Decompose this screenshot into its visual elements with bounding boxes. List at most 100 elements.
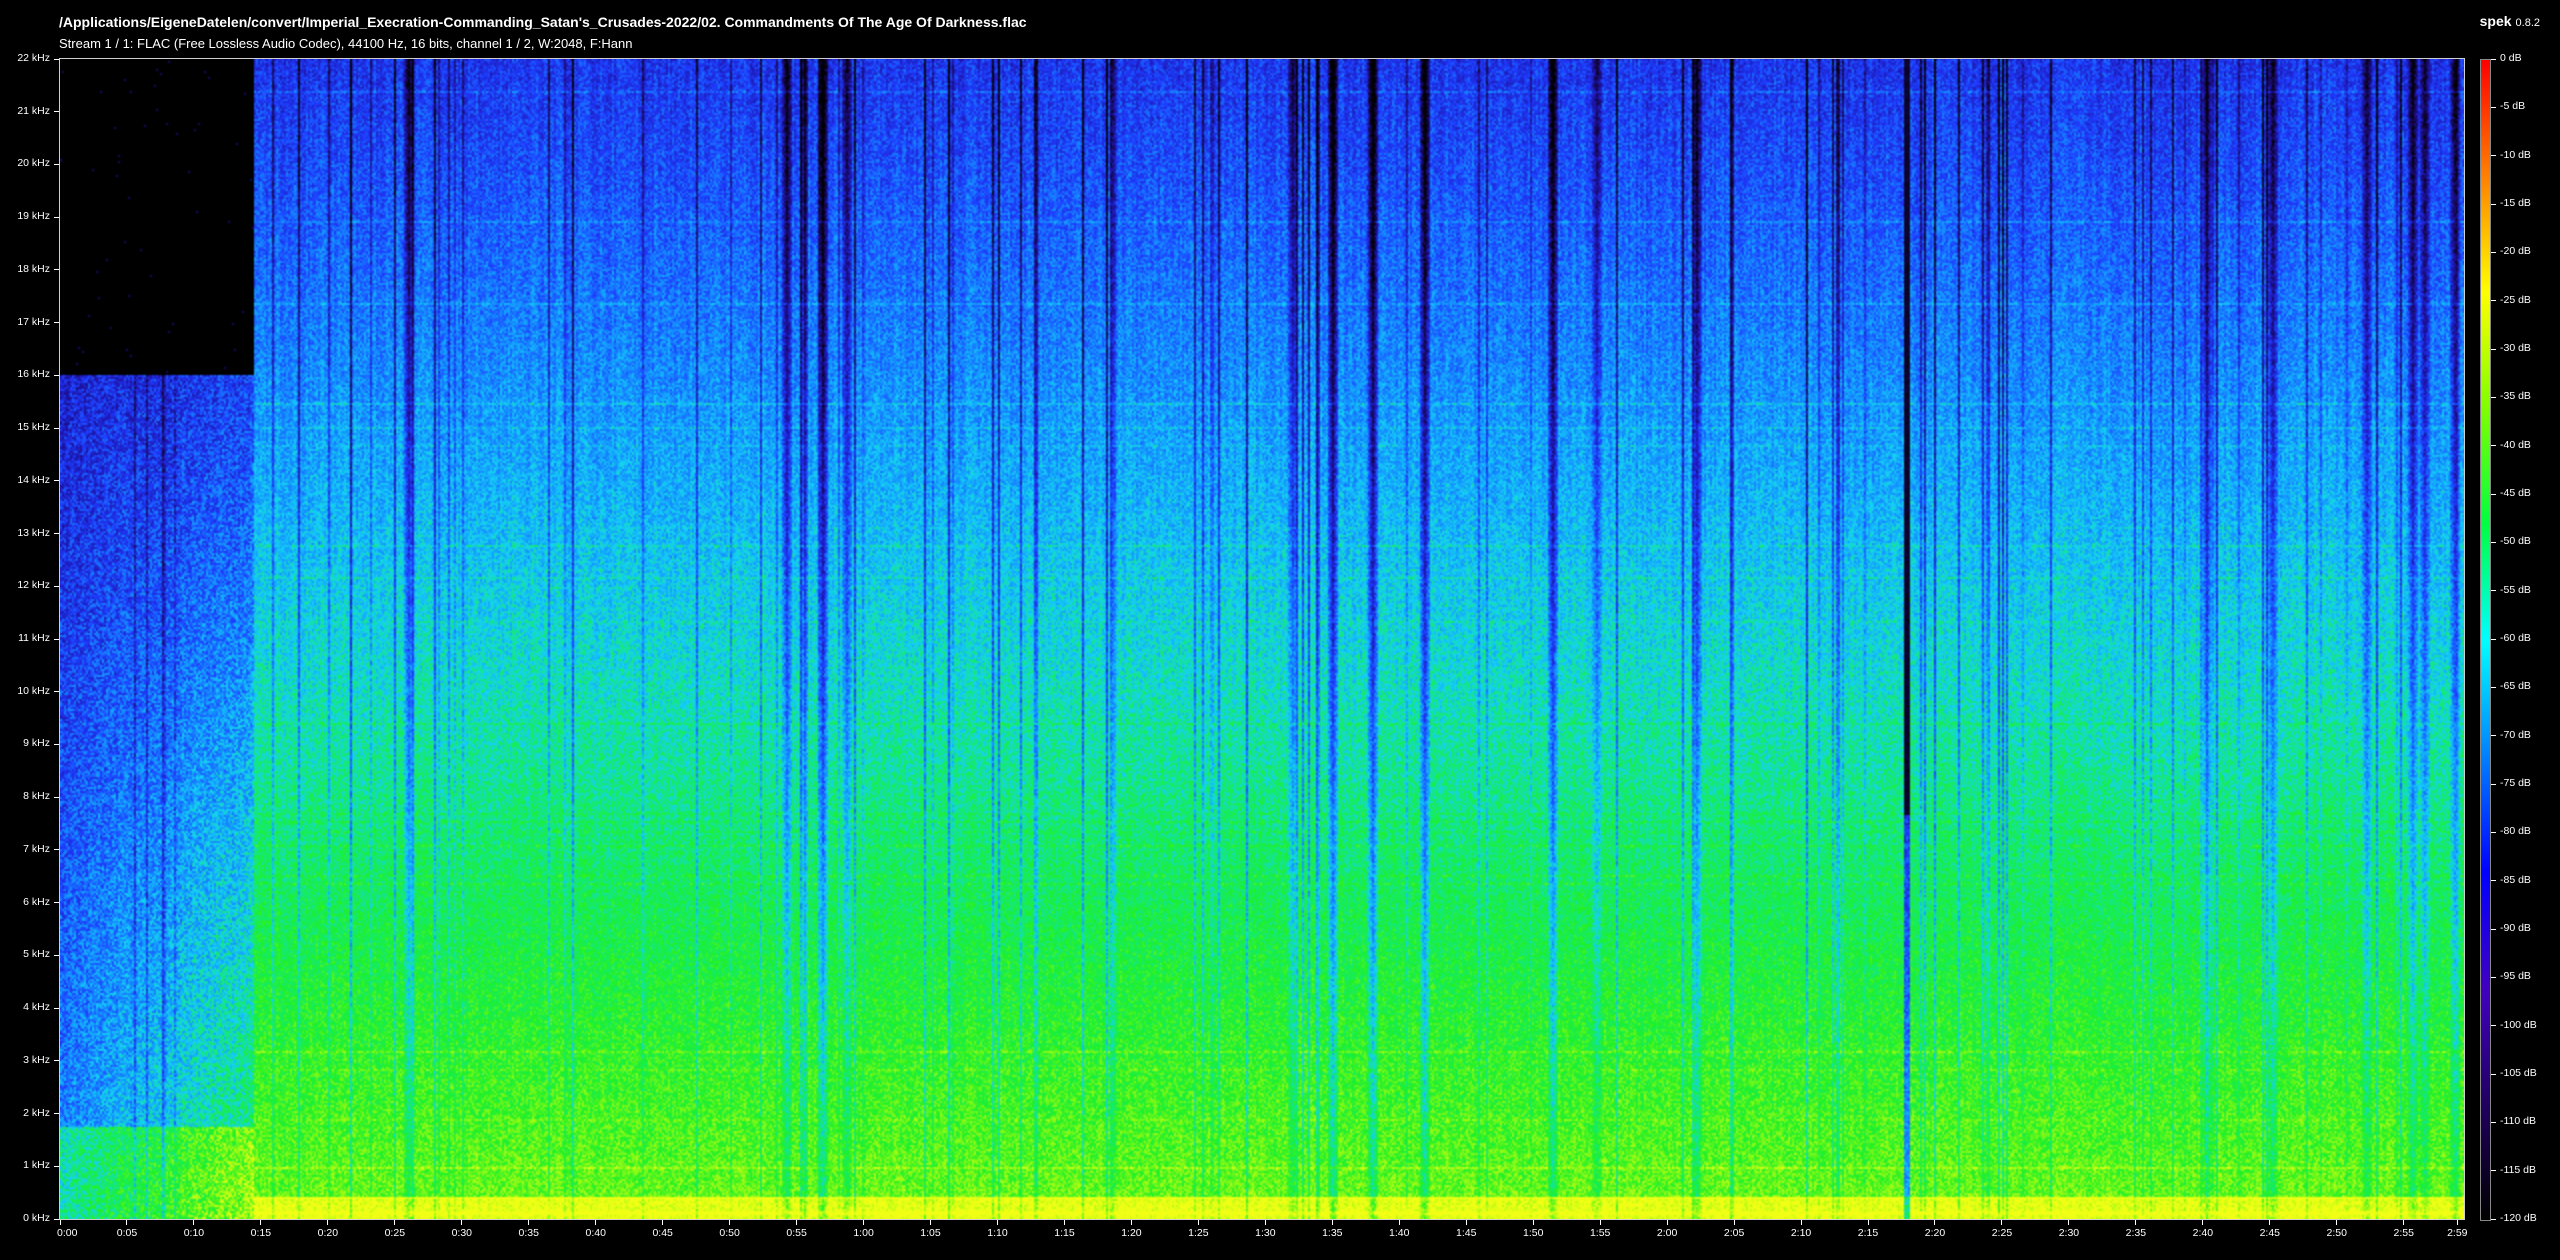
time-tick-label: 2:35 xyxy=(2125,1227,2147,1239)
time-tick-label: 1:20 xyxy=(1121,1227,1142,1239)
freq-tick-label: 18 kHz xyxy=(17,262,50,275)
freq-tick xyxy=(54,954,59,956)
freq-tick xyxy=(54,427,59,429)
db-tick-label: -10 dB xyxy=(2500,148,2531,161)
freq-tick-label: 6 kHz xyxy=(23,895,50,908)
freq-tick-label: 21 kHz xyxy=(17,104,50,117)
db-tick-label: -30 dB xyxy=(2500,342,2531,354)
time-tick xyxy=(796,1220,798,1225)
db-tick xyxy=(2491,58,2496,60)
time-tick-label: 1:10 xyxy=(987,1227,1008,1239)
time-tick xyxy=(327,1220,329,1225)
time-tick xyxy=(1733,1220,1735,1225)
db-tick xyxy=(2491,541,2496,543)
freq-tick-label: 15 kHz xyxy=(17,421,50,434)
app-brand: spek 0.8.2 xyxy=(2480,13,2540,31)
db-tick-label: -95 dB xyxy=(2500,970,2531,983)
freq-tick-label: 20 kHz xyxy=(17,157,50,170)
db-tick-label: -115 dB xyxy=(2500,1163,2536,1176)
db-tick xyxy=(2491,735,2496,737)
freq-tick xyxy=(54,111,59,113)
time-tick xyxy=(1800,1220,1802,1225)
time-tick-label: 2:40 xyxy=(2192,1227,2214,1239)
time-tick xyxy=(193,1220,195,1225)
time-tick-label: 1:25 xyxy=(1188,1227,1209,1239)
time-tick-label: 2:50 xyxy=(2326,1227,2347,1239)
db-tick-label: -35 dB xyxy=(2500,390,2531,403)
freq-tick-label: 11 kHz xyxy=(18,632,50,644)
freq-tick xyxy=(54,585,59,587)
time-tick xyxy=(2202,1220,2204,1225)
db-tick-label: 0 dB xyxy=(2500,52,2522,64)
freq-tick xyxy=(54,216,59,218)
db-colorbar xyxy=(2480,59,2491,1221)
time-tick xyxy=(2456,1220,2458,1225)
freq-tick xyxy=(54,1113,59,1115)
time-tick xyxy=(1532,1220,1534,1225)
time-tick xyxy=(2403,1220,2405,1225)
time-tick-label: 2:55 xyxy=(2393,1227,2414,1239)
time-tick xyxy=(996,1220,998,1225)
time-tick xyxy=(260,1220,262,1225)
freq-tick-label: 10 kHz xyxy=(17,684,50,697)
time-tick xyxy=(595,1220,597,1225)
time-tick-label: 1:45 xyxy=(1456,1227,1477,1239)
db-tick-label: -50 dB xyxy=(2500,535,2531,548)
time-tick xyxy=(2269,1220,2271,1225)
freq-tick-label: 3 kHz xyxy=(23,1053,50,1066)
time-tick xyxy=(2001,1220,2003,1225)
db-tick-label: -15 dB xyxy=(2500,197,2531,209)
freq-tick xyxy=(54,691,59,693)
time-tick-label: 1:40 xyxy=(1389,1227,1410,1239)
db-tick xyxy=(2491,880,2496,882)
time-tick-label: 0:00 xyxy=(57,1227,78,1239)
db-tick-label: -25 dB xyxy=(2500,293,2531,306)
time-tick-label: 1:35 xyxy=(1322,1227,1343,1239)
time-tick-label: 2:15 xyxy=(1857,1227,1879,1239)
time-tick-label: 2:59 xyxy=(2447,1227,2468,1239)
freq-tick-label: 12 kHz xyxy=(17,579,50,592)
db-tick xyxy=(2491,976,2496,978)
time-tick-label: 2:30 xyxy=(2058,1227,2080,1239)
db-tick-label: -110 dB xyxy=(2500,1115,2536,1128)
time-tick xyxy=(1465,1220,1467,1225)
db-tick xyxy=(2491,1025,2496,1027)
time-tick xyxy=(1867,1220,1869,1225)
time-tick-label: 1:30 xyxy=(1255,1227,1276,1239)
time-tick xyxy=(1331,1220,1333,1225)
time-tick-label: 1:15 xyxy=(1054,1227,1075,1239)
time-tick xyxy=(1599,1220,1601,1225)
spectrogram-canvas[interactable] xyxy=(60,59,2464,1219)
time-tick-label: 1:00 xyxy=(853,1227,874,1239)
freq-tick-label: 22 kHz xyxy=(17,52,50,64)
time-tick-label: 2:20 xyxy=(1924,1227,1946,1239)
time-tick xyxy=(2135,1220,2137,1225)
app-name: spek xyxy=(2479,13,2512,29)
time-tick-label: 2:00 xyxy=(1656,1227,1678,1239)
time-tick xyxy=(1063,1220,1065,1225)
time-tick-label: 2:45 xyxy=(2259,1227,2281,1239)
file-path-title: /Applications/EigeneDatelen/convert/Impe… xyxy=(59,14,1027,30)
db-tick-label: -120 dB xyxy=(2500,1212,2537,1224)
db-tick xyxy=(2491,831,2496,833)
freq-tick-label: 8 kHz xyxy=(23,790,50,803)
db-tick-label: -80 dB xyxy=(2500,825,2531,838)
freq-tick xyxy=(54,1165,59,1167)
time-tick-label: 0:25 xyxy=(384,1227,406,1239)
time-tick xyxy=(662,1220,664,1225)
freq-tick-label: 5 kHz xyxy=(23,948,50,961)
db-tick-label: -75 dB xyxy=(2500,777,2531,789)
db-tick xyxy=(2491,686,2496,688)
db-tick-label: -70 dB xyxy=(2500,728,2531,741)
freq-tick xyxy=(54,269,59,271)
db-tick xyxy=(2491,783,2496,785)
db-tick xyxy=(2491,1073,2496,1075)
freq-tick xyxy=(54,58,59,60)
time-tick-label: 0:20 xyxy=(317,1227,339,1239)
freq-tick-label: 16 kHz xyxy=(17,368,50,381)
freq-tick-label: 7 kHz xyxy=(23,842,50,855)
time-tick-label: 1:50 xyxy=(1522,1227,1544,1239)
time-tick-label: 0:05 xyxy=(116,1227,138,1239)
freq-tick xyxy=(54,533,59,535)
db-tick-label: -60 dB xyxy=(2500,632,2531,644)
